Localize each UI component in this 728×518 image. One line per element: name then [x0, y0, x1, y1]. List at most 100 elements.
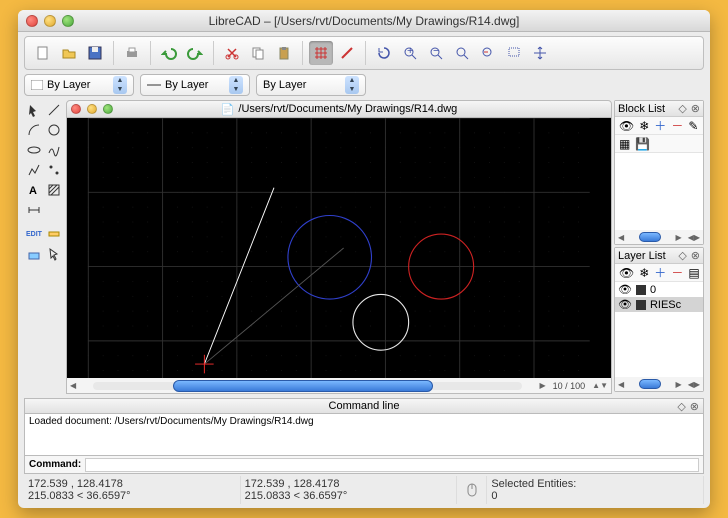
save-block-button[interactable]: 💾: [635, 137, 650, 151]
ellipse-tool[interactable]: [24, 140, 44, 160]
zoom-stepper[interactable]: ▲▼: [589, 381, 611, 390]
minimize-window-button[interactable]: [44, 15, 56, 27]
eye-icon[interactable]: 👁: [618, 298, 632, 311]
eye-icon[interactable]: 👁: [619, 266, 634, 280]
text-tool[interactable]: A: [24, 180, 44, 200]
add-layer-button[interactable]: ＋: [654, 264, 666, 281]
property-selectors: By Layer ▲▼ By Layer ▲▼ By Layer ▲▼: [24, 74, 704, 96]
polyline-tool[interactable]: [24, 160, 44, 180]
zoom-auto-button[interactable]: [450, 41, 474, 65]
grid-toggle-button[interactable]: [309, 41, 333, 65]
svg-text:+: +: [407, 45, 413, 57]
drawing-canvas[interactable]: [66, 118, 612, 378]
layer-selector-value: By Layer: [47, 79, 90, 91]
layer-row[interactable]: 👁 RIESc: [615, 297, 703, 312]
layer-list-body[interactable]: 👁0👁 RIESc: [615, 282, 703, 377]
eye-icon[interactable]: 👁: [619, 119, 634, 133]
zoom-window-tool-button[interactable]: [502, 41, 526, 65]
zoom-redraw-button[interactable]: [372, 41, 396, 65]
point-tool[interactable]: [44, 160, 64, 180]
new-file-button[interactable]: [31, 41, 55, 65]
layer-color-swatch: [636, 300, 646, 310]
undo-button[interactable]: [157, 41, 181, 65]
paste-button[interactable]: [272, 41, 296, 65]
dimension-tool[interactable]: [24, 200, 44, 220]
doc-zoom-button[interactable]: [103, 104, 113, 114]
add-block-button[interactable]: ＋: [654, 117, 666, 134]
spline-tool[interactable]: [44, 140, 64, 160]
edit-layer-button[interactable]: ▤: [688, 266, 699, 280]
zoom-out-button[interactable]: −: [424, 41, 448, 65]
linetype-selector[interactable]: By Layer ▲▼: [140, 74, 250, 96]
titlebar: LibreCAD – [/Users/rvt/Documents/My Draw…: [18, 10, 710, 32]
redo-button[interactable]: [183, 41, 207, 65]
stepper-icon[interactable]: ▲▼: [345, 76, 359, 94]
draft-mode-button[interactable]: [335, 41, 359, 65]
panel-undock-icon[interactable]: ◇: [677, 400, 685, 413]
cut-button[interactable]: [220, 41, 244, 65]
window-title: LibreCAD – [/Users/rvt/Documents/My Draw…: [209, 14, 520, 28]
canvas-svg: [67, 118, 611, 378]
panel-undock-icon[interactable]: ◇: [678, 249, 686, 262]
edit-block-button[interactable]: ✎: [688, 119, 698, 133]
measure-tool[interactable]: [44, 224, 64, 244]
zoom-pan-button[interactable]: [528, 41, 552, 65]
layer-row[interactable]: 👁0: [615, 282, 703, 297]
layer-list-tools: 👁 ❄ ＋ － ▤: [615, 264, 703, 282]
command-prompt-label: Command:: [25, 459, 85, 470]
circle-tool[interactable]: [44, 120, 64, 140]
remove-block-button[interactable]: －: [671, 117, 683, 134]
eye-icon[interactable]: 👁: [618, 283, 632, 296]
line-tool[interactable]: [44, 100, 64, 120]
insert-block-button[interactable]: ▦: [619, 137, 630, 151]
layer-list-scrollbar[interactable]: ◀▶◀▶: [615, 377, 703, 391]
linetype-selector-value: By Layer: [165, 79, 208, 91]
zoom-window-button[interactable]: [62, 15, 74, 27]
command-input[interactable]: [85, 458, 699, 472]
block-tool[interactable]: [24, 244, 44, 264]
block-list-tools: 👁 ❄ ＋ － ✎: [615, 117, 703, 135]
freeze-icon[interactable]: ❄: [639, 119, 649, 133]
layer-list-title: Layer List: [618, 250, 666, 262]
lineweight-selector-value: By Layer: [263, 79, 306, 91]
zoom-previous-button[interactable]: [476, 41, 500, 65]
layer-selector[interactable]: By Layer ▲▼: [24, 74, 134, 96]
scroll-left-button[interactable]: ◀: [67, 381, 79, 390]
block-list-panel: Block List◇⊗ 👁 ❄ ＋ － ✎ ▦ 💾 ◀▶◀▶: [614, 100, 704, 245]
content-area: A EDIT 📄/Users/rvt/Documents/My Drawings…: [24, 100, 704, 394]
lineweight-selector[interactable]: By Layer ▲▼: [256, 74, 366, 96]
command-output: Loaded document: /Users/rvt/Documents/My…: [24, 414, 704, 456]
layer-list-panel: Layer List◇⊗ 👁 ❄ ＋ － ▤ 👁0👁RIESc ◀▶◀▶: [614, 247, 704, 392]
zoom-in-button[interactable]: +: [398, 41, 422, 65]
copy-button[interactable]: [246, 41, 270, 65]
stepper-icon[interactable]: ▲▼: [113, 76, 127, 94]
panel-close-icon[interactable]: ⊗: [691, 102, 700, 115]
doc-close-button[interactable]: [71, 104, 81, 114]
block-list-body[interactable]: [615, 153, 703, 230]
freeze-icon[interactable]: ❄: [639, 266, 649, 280]
save-file-button[interactable]: [83, 41, 107, 65]
main-toolbar: + −: [24, 36, 704, 70]
panel-close-icon[interactable]: ⊗: [690, 400, 699, 413]
stepper-icon[interactable]: ▲▼: [229, 76, 243, 94]
select-tool[interactable]: [44, 244, 64, 264]
panel-close-icon[interactable]: ⊗: [691, 249, 700, 262]
scroll-right-button[interactable]: ▶: [536, 381, 548, 390]
document-titlebar: 📄/Users/rvt/Documents/My Drawings/R14.dw…: [66, 100, 612, 118]
print-button[interactable]: [120, 41, 144, 65]
close-window-button[interactable]: [26, 15, 38, 27]
pointer-tool[interactable]: [24, 100, 44, 120]
arc-tool[interactable]: [24, 120, 44, 140]
open-file-button[interactable]: [57, 41, 81, 65]
command-input-row: Command:: [24, 456, 704, 474]
modify-tool[interactable]: EDIT: [24, 224, 44, 244]
right-panels: Block List◇⊗ 👁 ❄ ＋ － ✎ ▦ 💾 ◀▶◀▶ Layer Li…: [614, 100, 704, 394]
remove-layer-button[interactable]: －: [671, 264, 683, 281]
panel-undock-icon[interactable]: ◇: [678, 102, 686, 115]
doc-minimize-button[interactable]: [87, 104, 97, 114]
horizontal-scrollbar[interactable]: [93, 379, 522, 393]
command-line-title: Command line: [329, 400, 400, 412]
layer-name: RIESc: [650, 299, 681, 311]
hatch-tool[interactable]: [44, 180, 64, 200]
block-list-scrollbar[interactable]: ◀▶◀▶: [615, 230, 703, 244]
